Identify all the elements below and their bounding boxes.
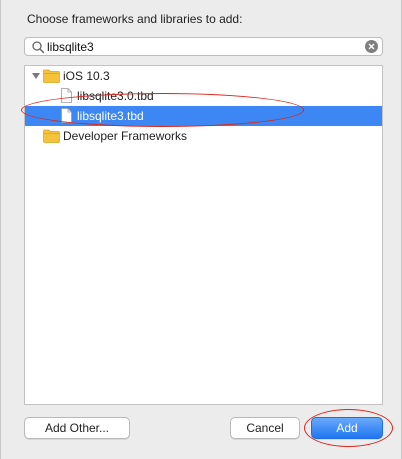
cancel-button[interactable]: Cancel: [230, 417, 300, 439]
framework-picker-dialog: Choose frameworks and libraries to add: …: [0, 0, 402, 459]
search-icon: [32, 41, 45, 54]
add-other-button[interactable]: Add Other...: [24, 417, 130, 439]
search-field[interactable]: libsqlite3: [24, 37, 383, 56]
tree-item-libsqlite3[interactable]: libsqlite3.tbd: [25, 106, 382, 126]
tree-item-libsqlite30[interactable]: libsqlite3.0.tbd: [25, 86, 382, 106]
tree-group-developer-frameworks[interactable]: Developer Frameworks: [25, 126, 382, 146]
disclosure-expanded-icon[interactable]: [31, 71, 41, 81]
tree-item-label: libsqlite3.0.tbd: [77, 89, 154, 103]
library-list[interactable]: iOS 10.3 libsqlite3.0.tbd libsqlite3.tbd: [24, 65, 383, 405]
tree-group-label: Developer Frameworks: [63, 129, 188, 143]
tree-group-ios[interactable]: iOS 10.3: [25, 66, 382, 86]
file-icon: [61, 88, 72, 103]
clear-search-icon[interactable]: [365, 40, 378, 53]
dialog-prompt: Choose frameworks and libraries to add:: [27, 12, 243, 26]
search-input[interactable]: libsqlite3: [47, 40, 94, 54]
folder-icon: [43, 129, 60, 143]
add-button[interactable]: Add: [311, 417, 383, 439]
tree-item-label: libsqlite3.tbd: [77, 109, 144, 123]
folder-icon: [43, 69, 60, 83]
tree-group-label: iOS 10.3: [63, 69, 110, 83]
file-icon: [61, 108, 72, 123]
